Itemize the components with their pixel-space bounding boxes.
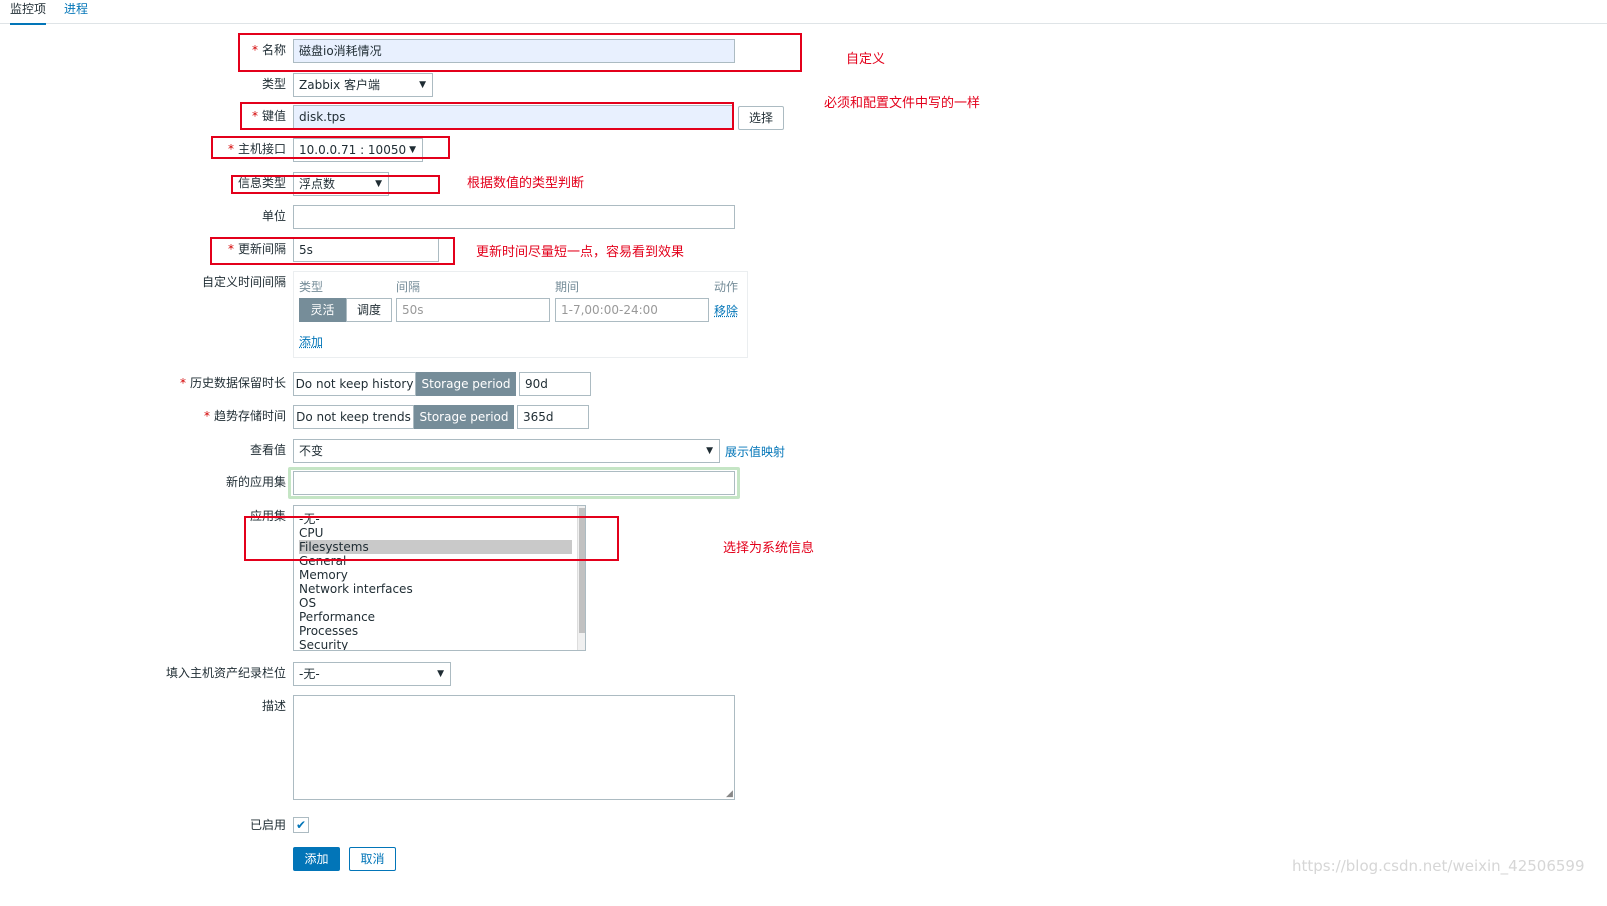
- valuemap-label: 查看值: [249, 443, 286, 457]
- flexible-toggle[interactable]: 灵活: [299, 298, 346, 322]
- history-label: * 历史数据保留时长: [179, 376, 286, 390]
- chevron-down-icon: ▼: [437, 669, 444, 679]
- chevron-down-icon: ▼: [706, 446, 713, 456]
- inventory-label: 填入主机资产纪录栏位: [165, 666, 286, 680]
- units-input[interactable]: [293, 205, 735, 229]
- trends-input[interactable]: 365d: [517, 405, 589, 429]
- valuemap-select[interactable]: 不变 ▼: [293, 439, 720, 463]
- annotation-box-key: [240, 102, 734, 130]
- key-select-button[interactable]: 选择: [738, 106, 784, 130]
- enabled-label: 已启用: [249, 818, 286, 832]
- inventory-select[interactable]: -无- ▼: [293, 662, 451, 686]
- list-item[interactable]: OS: [299, 596, 316, 610]
- history-off-toggle[interactable]: Do not keep history: [293, 372, 416, 396]
- custom-intervals-panel: 类型 间隔 期间 动作 灵活 调度 50s 1-7,00:00-24:00 移除…: [293, 271, 748, 358]
- custom-interval-input[interactable]: 50s: [396, 298, 550, 322]
- watermark-text: https://blog.csdn.net/weixin_42506599: [1292, 857, 1585, 875]
- annotation-box-interface: [211, 136, 450, 159]
- type-label: 类型: [261, 77, 286, 91]
- list-item[interactable]: Memory: [299, 568, 348, 582]
- note-short-interval: 更新时间尽量短一点，容易看到效果: [476, 245, 685, 260]
- annotation-box-interval: [210, 237, 455, 265]
- chevron-down-icon: ▼: [419, 80, 426, 90]
- history-storage-toggle[interactable]: Storage period: [416, 372, 516, 396]
- note-same-as-config: 必须和配置文件中写的一样: [824, 96, 981, 111]
- tab-items[interactable]: 监控项: [10, 1, 47, 25]
- header-action: 动作: [714, 280, 739, 294]
- header-type: 类型: [299, 280, 324, 294]
- custom-intervals-label: 自定义时间间隔: [201, 275, 286, 289]
- cancel-button[interactable]: 取消: [349, 847, 396, 871]
- new-application-label: 新的应用集: [225, 475, 286, 489]
- header-period: 期间: [555, 280, 580, 294]
- description-label: 描述: [261, 699, 286, 713]
- list-item[interactable]: Security: [299, 638, 348, 650]
- list-item[interactable]: Performance: [299, 610, 375, 624]
- trends-storage-toggle[interactable]: Storage period: [414, 405, 514, 429]
- add-button[interactable]: 添加: [293, 847, 340, 871]
- enabled-checkbox[interactable]: ✔: [293, 817, 309, 833]
- note-custom: 自定义: [846, 52, 886, 67]
- description-textarea[interactable]: [293, 695, 735, 800]
- new-application-input[interactable]: [293, 471, 735, 495]
- header-interval: 间隔: [396, 280, 421, 294]
- add-interval-link[interactable]: 添加: [299, 333, 323, 350]
- remove-link[interactable]: 移除: [714, 302, 738, 319]
- resize-handle-icon[interactable]: ◢: [726, 790, 733, 799]
- note-by-value-type: 根据数值的类型判断: [467, 176, 585, 191]
- annotation-box-name: [238, 33, 802, 72]
- annotation-box-applications: [244, 516, 619, 561]
- trends-off-toggle[interactable]: Do not keep trends: [293, 405, 414, 429]
- units-label: 单位: [261, 209, 286, 223]
- custom-period-input[interactable]: 1-7,00:00-24:00: [555, 298, 709, 322]
- show-valuemap-link[interactable]: 展示值映射: [725, 443, 785, 460]
- type-select[interactable]: Zabbix 客户端 ▼: [293, 73, 433, 97]
- note-choose-system: 选择为系统信息: [723, 541, 815, 556]
- trends-label: * 趋势存储时间: [203, 409, 286, 423]
- scheduling-toggle[interactable]: 调度: [346, 298, 392, 322]
- tab-processes[interactable]: 进程: [64, 1, 88, 23]
- list-item[interactable]: Network interfaces: [299, 582, 413, 596]
- checkmark-icon: ✔: [295, 818, 307, 832]
- history-input[interactable]: 90d: [519, 372, 591, 396]
- annotation-box-info-type: [231, 175, 440, 194]
- list-item[interactable]: Processes: [299, 624, 358, 638]
- tab-bar: 监控项 进程: [0, 0, 1607, 25]
